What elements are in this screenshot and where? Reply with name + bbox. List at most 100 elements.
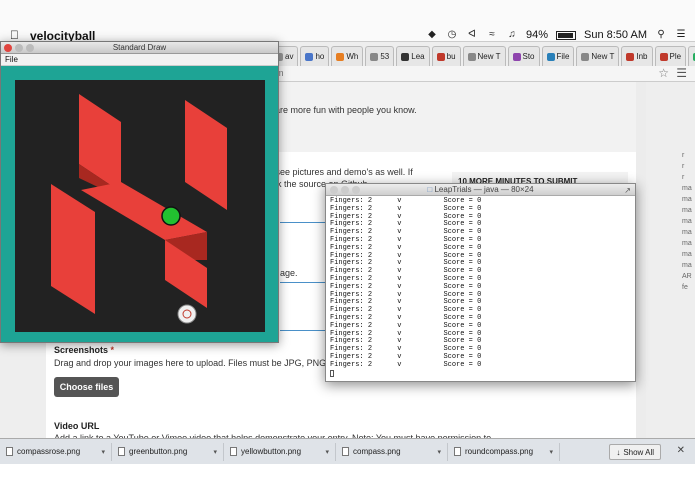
terminal-output[interactable]: Fingers: 2 v Score = 0 Fingers: 2 v Score… <box>326 196 635 382</box>
input-underline-3 <box>280 330 328 331</box>
fullscreen-icon[interactable]: ↗ <box>624 185 631 197</box>
choose-files-button[interactable]: Choose files <box>54 377 119 397</box>
terminal-score-value: 0 <box>477 282 482 291</box>
browser-tab[interactable]: New T <box>576 46 620 66</box>
browser-menu-icon[interactable]: ☰ <box>676 66 687 80</box>
terminal-score-label: Score = <box>443 337 473 346</box>
terminal-titlebar[interactable]: □ LeapTrials — java — 80×24 ↗ <box>326 184 635 196</box>
terminal-score-value: 0 <box>477 329 482 338</box>
terminal-cursor <box>330 369 334 377</box>
minimize-icon[interactable] <box>15 44 23 52</box>
terminal-close-icon[interactable] <box>330 186 338 194</box>
file-icon <box>118 447 125 456</box>
dropbox-icon[interactable]: ◆ <box>426 30 438 40</box>
browser-tab[interactable]: Lea <box>396 46 430 66</box>
close-icon[interactable] <box>4 44 12 52</box>
spotlight-icon[interactable]: ⚲ <box>655 30 667 40</box>
terminal-fingers-label: Fingers: <box>330 235 364 244</box>
tab-strip: avhoWh53LeabuNew TStoFileNew TInbPleCh <box>270 46 695 66</box>
sidebar-fragment: ma <box>682 185 692 192</box>
standard-draw-titlebar[interactable]: Standard Draw <box>1 42 278 54</box>
terminal-fingers-value: 2 <box>367 259 373 268</box>
download-menu-caret-icon[interactable]: ▾ <box>549 448 553 456</box>
apple-icon[interactable]:  <box>10 28 19 42</box>
battery-icon[interactable] <box>556 30 576 40</box>
terminal-fingers-label: Fingers: <box>330 290 364 299</box>
sidebar-fragment: ma <box>682 196 692 203</box>
menubar-clock[interactable]: Sun 8:50 AM <box>584 29 647 41</box>
browser-tab[interactable]: Wh <box>331 46 364 66</box>
download-menu-caret-icon[interactable]: ▾ <box>101 448 105 456</box>
show-all-downloads-button[interactable]: ↓ Show All <box>609 444 661 460</box>
browser-tab[interactable]: 53 <box>365 46 395 66</box>
download-menu-caret-icon[interactable]: ▾ <box>437 448 441 456</box>
terminal-score-value: 0 <box>477 337 482 346</box>
download-menu-caret-icon[interactable]: ▾ <box>213 448 217 456</box>
terminal-fingers-label: Fingers: <box>330 243 364 252</box>
terminal-direction: v <box>397 313 402 322</box>
download-item[interactable]: roundcompass.png ▾ <box>448 442 560 461</box>
downloads-bar: compassrose.png ▾ greenbutton.png ▾ yellowbu… <box>0 438 695 464</box>
file-icon <box>454 447 461 456</box>
sidebar-fragment: ma <box>682 229 692 236</box>
download-menu-caret-icon[interactable]: ▾ <box>325 448 329 456</box>
volume-icon[interactable]: ♫ <box>506 30 518 40</box>
download-item[interactable]: greenbutton.png ▾ <box>112 442 224 461</box>
terminal-score-value: 0 <box>477 197 482 205</box>
timemachine-icon[interactable]: ◷ <box>446 30 458 40</box>
close-downloads-icon[interactable]: ✕ <box>677 445 685 456</box>
terminal-fingers-value: 2 <box>367 282 373 291</box>
notification-center-icon[interactable]: ☰ <box>675 30 687 40</box>
download-filename: roundcompass.png <box>465 447 534 456</box>
terminal-score-value: 0 <box>477 259 482 268</box>
page-scrollbar[interactable] <box>636 82 646 438</box>
terminal-direction: v <box>397 251 402 260</box>
terminal-direction: v <box>397 329 402 338</box>
screenshots-help: Drag and drop your images here to upload… <box>54 358 344 368</box>
browser-tab[interactable]: Sto <box>507 46 540 66</box>
bluetooth-icon[interactable]: ᐊ <box>466 30 478 40</box>
browser-tab[interactable]: File <box>541 46 575 66</box>
terminal-fingers-label: Fingers: <box>330 204 364 213</box>
browser-tab[interactable]: New T <box>462 46 506 66</box>
center-bar <box>81 182 207 240</box>
terminal-fingers-value: 2 <box>367 306 373 315</box>
sidebar-fragment: ma <box>682 251 692 258</box>
download-filename: greenbutton.png <box>129 447 188 456</box>
wifi-icon[interactable]: ≈ <box>486 30 498 40</box>
game-canvas[interactable] <box>15 80 265 332</box>
right-upper-bar <box>185 100 227 210</box>
terminal-window[interactable]: □ LeapTrials — java — 80×24 ↗ Fingers: 2… <box>325 183 636 382</box>
terminal-fingers-value: 2 <box>367 329 373 338</box>
download-item[interactable]: compass.png ▾ <box>336 442 448 461</box>
terminal-fingers-value: 2 <box>367 235 373 244</box>
screenshots-label: Screenshots * <box>54 345 115 355</box>
terminal-fingers-label: Fingers: <box>330 228 364 237</box>
favicon-icon <box>512 52 521 61</box>
browser-tab[interactable]: Ple <box>654 46 687 66</box>
game-drawing <box>51 94 227 324</box>
browser-tab[interactable]: Inb <box>621 46 653 66</box>
terminal-minimize-icon[interactable] <box>341 186 349 194</box>
file-icon <box>6 447 13 456</box>
browser-tab[interactable] <box>688 46 695 66</box>
bookmark-star-icon[interactable]: ☆ <box>658 66 669 80</box>
browser-tab[interactable]: bu <box>431 46 461 66</box>
file-menu[interactable]: File <box>1 54 278 66</box>
terminal-score-label: Score = <box>443 360 473 369</box>
terminal-fingers-label: Fingers: <box>330 329 364 338</box>
terminal-zoom-icon[interactable] <box>352 186 360 194</box>
download-item[interactable]: compassrose.png ▾ <box>0 442 112 461</box>
terminal-fingers-label: Fingers: <box>330 306 364 315</box>
standard-draw-window[interactable]: Standard Draw File <box>0 41 279 343</box>
terminal-score-label: Score = <box>443 251 473 260</box>
address-bar[interactable]: m ☆ ☰ <box>270 66 695 82</box>
download-item[interactable]: yellowbutton.png ▾ <box>224 442 336 461</box>
terminal-score-value: 0 <box>477 360 482 369</box>
zoom-icon[interactable] <box>26 44 34 52</box>
terminal-score-label: Score = <box>443 228 473 237</box>
terminal-fingers-label: Fingers: <box>330 352 364 361</box>
browser-tab[interactable]: ho <box>300 46 330 66</box>
left-lower-bar <box>51 184 95 314</box>
download-filename: yellowbutton.png <box>241 447 302 456</box>
